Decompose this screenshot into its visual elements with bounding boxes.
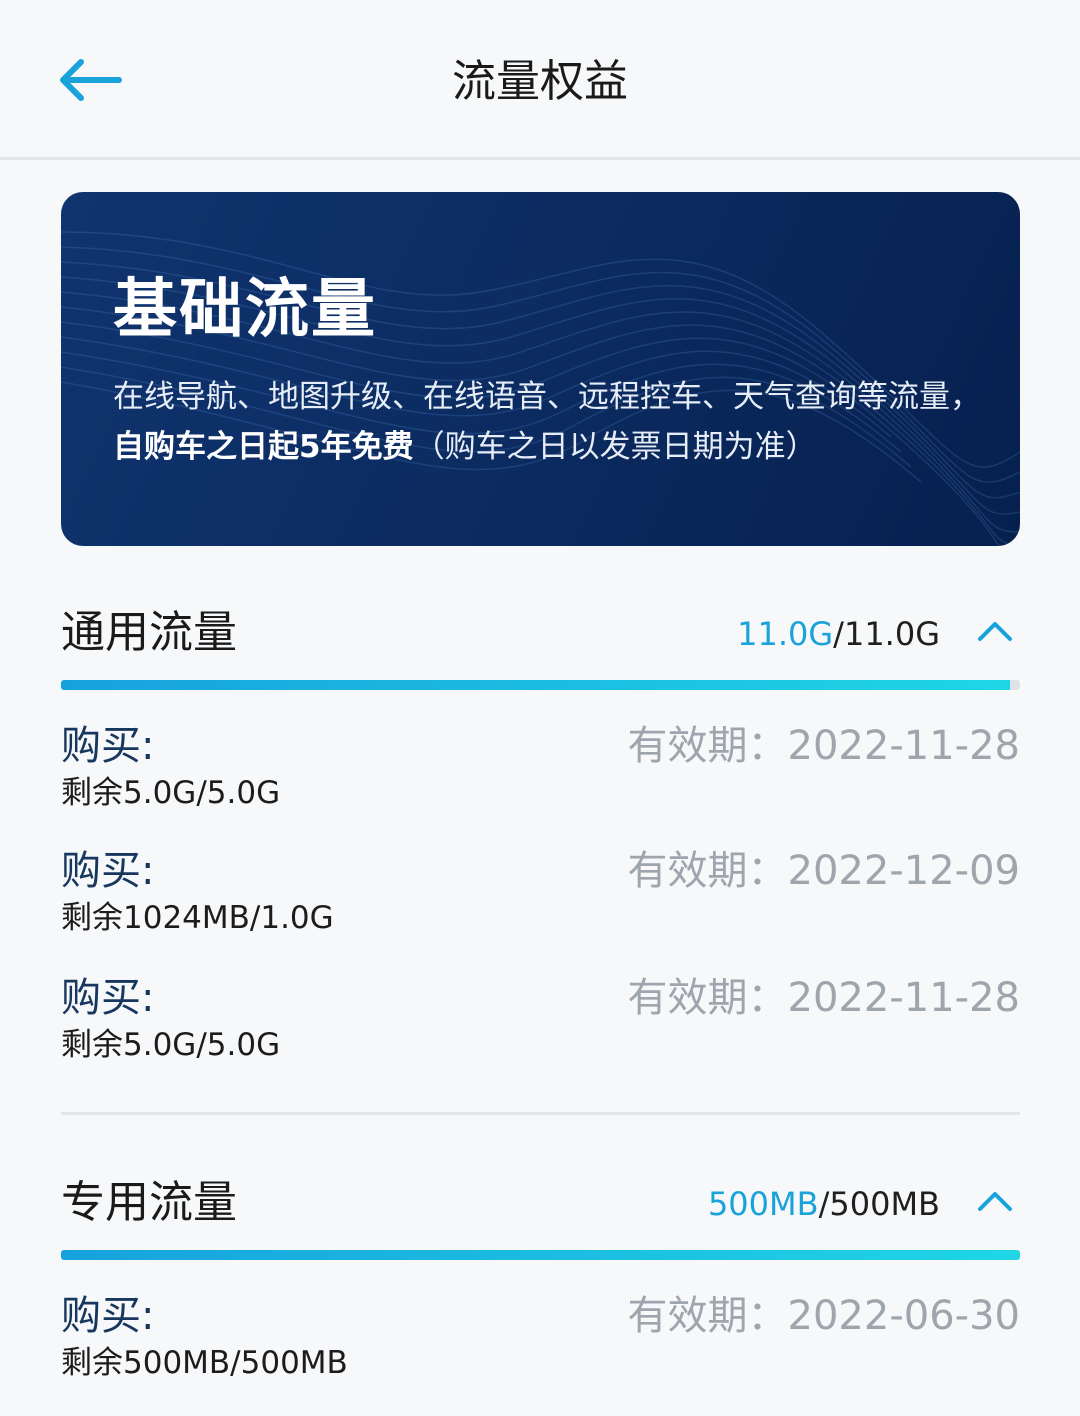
banner-desc-text: 在线导航、地图升级、在线语音、远程控车、天气查询等流量，	[113, 379, 981, 415]
usage-remaining: 11.0G	[737, 615, 834, 653]
progress-fill	[61, 1250, 1020, 1260]
collapse-button[interactable]	[970, 606, 1020, 656]
usage-total: /11.0G	[833, 615, 940, 653]
purchase-item: 购买: 剩余1024MB/1.0G 有效期：2022-12-09	[61, 843, 1020, 943]
section-usage: 500MB/500MB	[708, 1176, 940, 1232]
expiry-date: 有效期：2022-12-09	[627, 848, 1020, 894]
chevron-up-icon	[978, 622, 1012, 641]
banner-desc-highlight: 自购车之日起5年免费	[113, 429, 414, 465]
expiry-date: 有效期：2022-06-30	[627, 1293, 1020, 1339]
chevron-up-icon	[978, 1192, 1012, 1211]
general-data-progress	[61, 680, 1020, 690]
dedicated-data-section-header[interactable]: 专用流量 500MB/500MB	[61, 1168, 1020, 1238]
remaining-amount: 剩余5.0G/5.0G	[61, 1027, 281, 1063]
remaining-amount: 剩余1024MB/1.0G	[61, 900, 334, 936]
app-header: 流量权益	[0, 0, 1080, 160]
section-title: 专用流量	[61, 1177, 237, 1228]
remaining-amount: 剩余5.0G/5.0G	[61, 775, 281, 811]
dedicated-data-progress	[61, 1250, 1020, 1260]
purchase-item: 购买: 剩余5.0G/5.0G 有效期：2022-11-28	[61, 718, 1020, 818]
section-usage: 11.0G/11.0G	[737, 606, 940, 662]
banner-title: 基础流量	[113, 273, 377, 347]
purchase-label: 购买:	[61, 1293, 155, 1339]
expiry-date: 有效期：2022-11-28	[627, 975, 1020, 1021]
banner-desc-note: （购车之日以发票日期为准）	[413, 429, 817, 465]
wave-decoration	[61, 231, 1020, 546]
general-data-section-header[interactable]: 通用流量 11.0G/11.0G	[61, 598, 1020, 668]
purchase-item: 购买: 剩余500MB/500MB 有效期：2022-06-30	[61, 1288, 1020, 1388]
purchase-label: 购买:	[61, 975, 155, 1021]
progress-fill	[61, 680, 1011, 690]
banner-description: 在线导航、地图升级、在线语音、远程控车、天气查询等流量， 自购车之日起5年免费（购…	[113, 372, 993, 472]
page-title: 流量权益	[452, 56, 628, 107]
basic-data-banner: 基础流量 在线导航、地图升级、在线语音、远程控车、天气查询等流量， 自购车之日起5…	[61, 192, 1020, 546]
expiry-date: 有效期：2022-11-28	[627, 723, 1020, 769]
section-title: 通用流量	[61, 607, 237, 658]
remaining-amount: 剩余500MB/500MB	[61, 1345, 348, 1381]
purchase-item: 购买: 剩余5.0G/5.0G 有效期：2022-11-28	[61, 970, 1020, 1070]
collapse-button[interactable]	[970, 1176, 1020, 1226]
usage-remaining: 500MB	[707, 1185, 819, 1223]
usage-total: /500MB	[818, 1185, 940, 1223]
purchase-label: 购买:	[61, 848, 155, 894]
section-divider	[61, 1112, 1020, 1115]
purchase-label: 购买:	[61, 723, 155, 769]
